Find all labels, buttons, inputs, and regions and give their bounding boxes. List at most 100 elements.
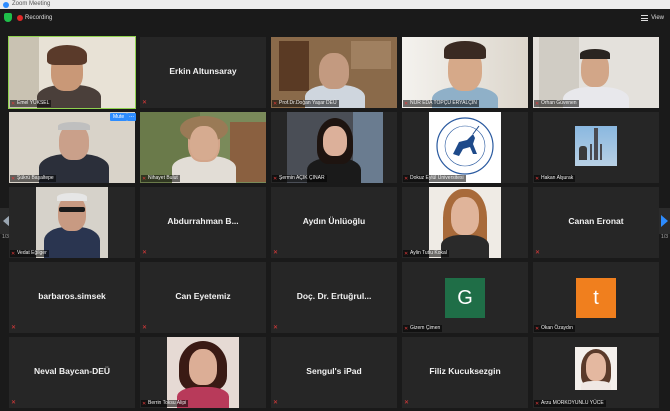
participant-tile[interactable]: ✕ Emel YÜKSEL [8,36,136,109]
muted-mic-icon: ✕ [404,325,409,332]
participant-tile[interactable]: G ✕ Gizem Çimen [402,262,528,333]
participant-video [402,37,528,108]
participant-video [167,337,239,408]
participant-tile[interactable]: Aydın Ünlüoğlu ✕ [271,187,397,258]
muted-mic-icon: ✕ [142,175,147,182]
muted-mic-icon: ✕ [273,250,279,256]
muted-mic-icon: ✕ [11,325,17,331]
participant-name: Can Eyetemiz [175,291,231,301]
muted-mic-icon: ✕ [273,175,278,182]
meeting-topbar: Recording View [0,9,670,27]
participant-label: ✕ Nihayet Bulut [141,175,180,182]
participant-tile[interactable]: ✕ Nihayet Bulut [140,112,266,183]
participant-label: ✕ Emel YÜKSEL [10,100,52,107]
participant-label: ✕ Hakan Alşurak [534,175,576,182]
window-titlebar: Zoom Meeting [0,0,670,9]
participant-tile[interactable]: Filiz Kucuksezgin ✕ [402,337,528,408]
participant-tile[interactable]: Doç. Dr. Ertuğrul... ✕ [271,262,397,333]
participant-tile[interactable]: t ✕ Okan Özaydın [533,262,659,333]
participant-video [429,112,501,183]
muted-mic-icon: ✕ [273,400,279,406]
participant-avatar: G [445,278,485,318]
muted-mic-icon: ✕ [535,100,540,107]
participant-name: Neval Baycan-DEÜ [33,366,111,376]
participant-tile[interactable]: barbaros.simsek ✕ [9,262,135,333]
recording-dot-icon [17,15,23,21]
participant-video [9,37,135,108]
participant-label: ✕ Şükrü Başaltepe [10,175,56,182]
muted-mic-icon: ✕ [404,400,410,406]
participant-tile[interactable]: Abdurrahman B... ✕ [140,187,266,258]
view-button[interactable]: View [641,13,664,23]
participant-label: ✕ Vedat Eğilger [10,250,49,257]
participant-video [271,37,397,108]
participant-name: Erkin Altunsaray [169,66,237,76]
muted-mic-icon: ✕ [11,400,17,406]
muted-mic-icon: ✕ [273,325,279,331]
muted-mic-icon: ✕ [273,100,278,107]
muted-mic-icon: ✕ [142,400,147,407]
page-indicator-left: 1/3 [2,234,9,240]
participant-label: ✕ Prof.Dr.Doğan Yaşar DEÜ [272,100,339,107]
muted-mic-icon: ✕ [142,100,148,106]
participant-tile[interactable]: Sengul's iPad ✕ [271,337,397,408]
zoom-logo-icon [3,1,9,8]
video-gallery: ✕ Emel YÜKSEL Erkin Altunsaray ✕ ✕ Prof.Dr… [8,36,659,408]
university-seal-icon [436,117,494,175]
participant-name: Doç. Dr. Ertuğrul... [296,291,372,301]
participant-label: ✕ Okan Özaydın [534,325,575,332]
muted-mic-icon: ✕ [535,400,540,407]
muted-mic-icon: ✕ [142,250,148,256]
participant-video [9,112,135,183]
next-page-button[interactable] [658,208,670,234]
participant-video [287,112,383,183]
participant-tile[interactable]: Erkin Altunsaray ✕ [140,37,266,108]
participant-tile[interactable]: ✕ Aylin Tutlu Kokal [402,187,528,258]
participant-tile[interactable]: ✕ Dokuz Eylül Üniversitesi [402,112,528,183]
participant-label: ✕ Orhan Güvenen [534,100,579,107]
mute-button[interactable]: Mute [110,113,128,121]
participant-tile[interactable]: ✕ Orhan Güvenen [533,37,659,108]
recording-label[interactable]: Recording [25,13,52,23]
participant-label: ✕ Berrin Toksu Alipi [141,400,189,407]
participant-video [36,187,108,258]
participant-tile[interactable]: ✕ NUR EDA TOPÇU ERYALÇIN [402,37,528,108]
muted-mic-icon: ✕ [535,325,540,332]
participant-name: Filiz Kucuksezgin [429,366,501,376]
muted-mic-icon: ✕ [535,250,541,256]
participant-tile[interactable]: ✕ Arzu MORKOYUNLU YÜCE [533,337,659,408]
participant-video [533,37,659,108]
participant-label: ✕ Gizem Çimen [403,325,443,332]
more-options-button[interactable]: ... [127,113,136,121]
participant-label: ✕ NUR EDA TOPÇU ERYALÇIN [403,100,479,107]
participant-tile[interactable]: Can Eyetemiz ✕ [140,262,266,333]
participant-video [575,126,617,166]
participant-name: Sengul's iPad [306,366,362,376]
participant-label: ✕ Arzu MORKOYUNLU YÜCE [534,400,606,407]
participant-tile[interactable]: ✕ Prof.Dr.Doğan Yaşar DEÜ [271,37,397,108]
participant-tile[interactable]: ✕ Şermin AÇIK ÇINAR [271,112,397,183]
participant-tile[interactable]: Neval Baycan-DEÜ ✕ [9,337,135,408]
muted-mic-icon: ✕ [11,250,16,257]
page-indicator-right: 1/3 [661,234,668,240]
muted-mic-icon: ✕ [535,175,540,182]
participant-name: barbaros.simsek [38,291,106,301]
participant-tile[interactable]: ✕ Vedat Eğilger [9,187,135,258]
participant-tile[interactable]: ✕ Berrin Toksu Alipi [140,337,266,408]
participant-label: ✕ Aylin Tutlu Kokal [403,250,449,257]
participant-video [140,112,266,183]
chevron-right-icon [660,215,668,227]
view-label: View [651,15,664,21]
participant-tile[interactable]: ✕ Hakan Alşurak [533,112,659,183]
security-shield-icon[interactable] [4,13,12,22]
participant-avatar: t [576,278,616,318]
window-title: Zoom Meeting [12,1,51,7]
muted-mic-icon: ✕ [404,100,409,107]
participant-label: ✕ Şermin AÇIK ÇINAR [272,175,327,182]
muted-mic-icon: ✕ [404,250,409,257]
participant-video [575,347,617,390]
muted-mic-icon: ✕ [142,325,148,331]
participant-name: Aydın Ünlüoğlu [302,216,366,226]
participant-tile[interactable]: ✕ Şükrü Başaltepe [9,112,135,183]
participant-tile[interactable]: Canan Eronat ✕ [533,187,659,258]
